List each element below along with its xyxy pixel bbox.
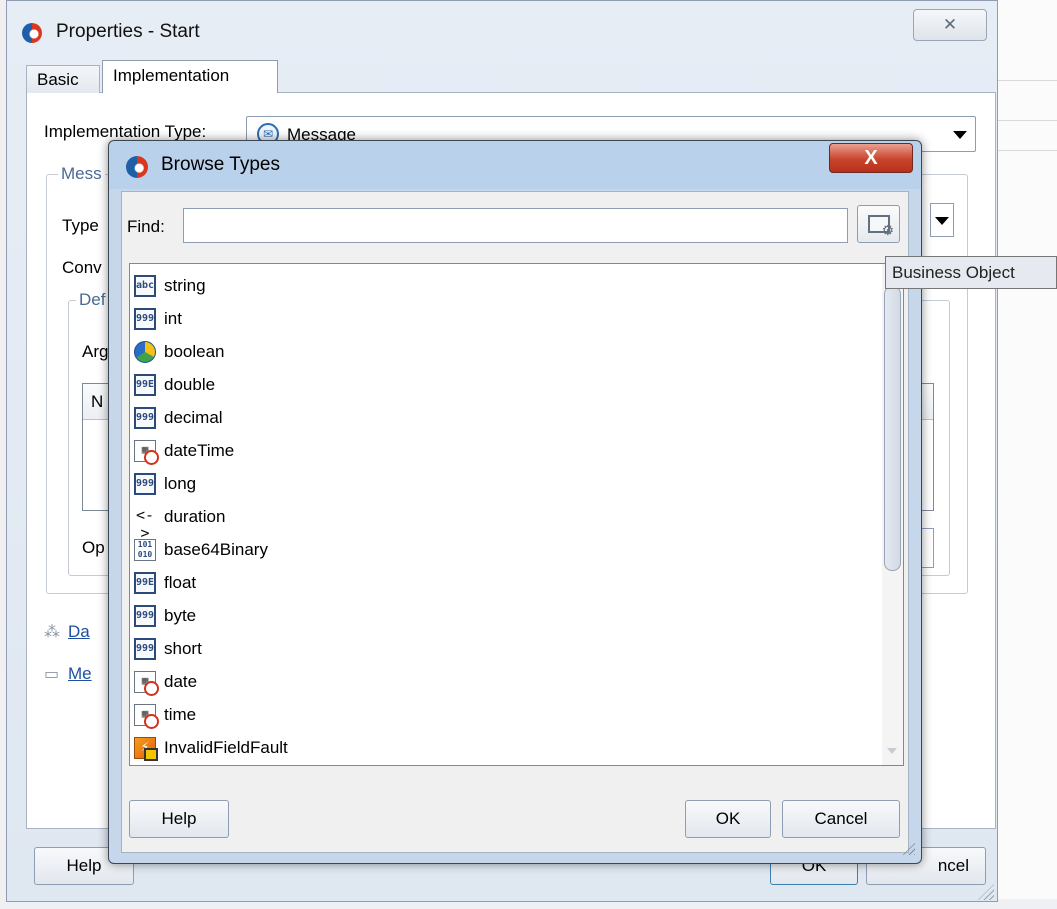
date-type-icon: ▦ <box>134 671 159 696</box>
implementation-type-label: Implementation Type: <box>44 122 207 141</box>
list-item-label: byte <box>164 606 197 625</box>
list-item[interactable]: 999 short <box>134 633 874 665</box>
close-button[interactable]: X <box>829 143 913 173</box>
cancel-button[interactable]: Cancel <box>782 800 900 838</box>
background-window-edge <box>996 0 1057 909</box>
types-list[interactable]: abc string 999 int boolean 99E double 999 decima… <box>129 263 904 766</box>
list-item-label: boolean <box>164 342 225 361</box>
list-item-label: short <box>164 639 202 658</box>
list-item[interactable]: ⚡ InvalidFieldFault <box>134 732 874 764</box>
list-item[interactable]: ▦ date <box>134 666 874 698</box>
message-link[interactable]: Me <box>68 664 92 684</box>
list-item[interactable]: ▦ dateTime <box>134 435 874 467</box>
type-select[interactable] <box>930 203 954 237</box>
float-type-icon: 99E <box>134 572 156 594</box>
options-label: Op <box>82 538 105 557</box>
scroll-down-icon[interactable] <box>887 748 897 754</box>
list-item-label: time <box>164 705 197 724</box>
tab-bar: Basic Implementation <box>26 60 996 94</box>
data-association-link[interactable]: Da <box>68 622 90 642</box>
properties-dialog-title: Properties - Start <box>56 21 200 42</box>
duration-type-icon: <-> <box>135 506 155 542</box>
business-object-button[interactable] <box>857 205 900 243</box>
business-object-tooltip: Business Object <box>885 256 1057 289</box>
properties-close-button[interactable]: ✕ <box>913 9 987 41</box>
list-item[interactable]: 999 byte <box>134 600 874 632</box>
chevron-down-icon <box>935 217 949 225</box>
list-item-label: duration <box>164 507 226 526</box>
type-label: Type <box>62 216 99 235</box>
integer-type-icon: 999 <box>134 605 156 627</box>
list-item[interactable]: <-> duration <box>134 501 874 542</box>
types-list-scrollbar[interactable] <box>882 264 903 765</box>
browse-types-dialog: Browse Types X Find: abc string 999 int bool… <box>108 140 922 864</box>
integer-type-icon: 999 <box>134 473 156 495</box>
list-item-label: decimal <box>164 408 223 427</box>
date-type-icon: ▦ <box>134 704 159 729</box>
message-group-legend: Mess <box>58 164 105 184</box>
chevron-down-icon <box>953 131 967 139</box>
date-type-icon: ▦ <box>134 440 159 465</box>
integer-type-icon: 999 <box>134 308 156 330</box>
list-item-label: float <box>164 573 197 592</box>
list-item[interactable]: 999 int <box>134 303 874 335</box>
browse-types-title: Browse Types <box>161 154 280 175</box>
list-item-label: base64Binary <box>164 540 268 559</box>
arguments-label: Arg <box>82 342 109 361</box>
scrollbar-thumb[interactable] <box>884 286 901 571</box>
list-item[interactable]: boolean <box>134 336 874 368</box>
list-item[interactable]: abc string <box>134 270 874 302</box>
list-item-label: dateTime <box>164 441 235 460</box>
conversation-label: Conv <box>62 258 102 277</box>
list-item-label: InvalidFieldFault <box>164 738 288 757</box>
fault-type-icon: ⚡ <box>134 737 158 761</box>
business-object-icon <box>868 215 894 239</box>
boolean-type-icon <box>134 341 156 363</box>
list-item[interactable]: 99E double <box>134 369 874 401</box>
float-type-icon: 99E <box>134 374 156 396</box>
list-item-label: string <box>164 276 206 295</box>
definition-group-legend: Def <box>76 290 109 310</box>
app-logo-icon <box>22 23 42 43</box>
list-item[interactable]: 99E float <box>134 567 874 599</box>
list-item[interactable]: 101 010 base64Binary <box>134 534 874 566</box>
find-label: Find: <box>127 217 165 236</box>
list-item-label: int <box>164 309 182 328</box>
list-item[interactable]: ▦ time <box>134 699 874 731</box>
column-header-name: N <box>91 392 104 411</box>
help-button[interactable]: Help <box>129 800 229 838</box>
tab-basic[interactable]: Basic <box>26 65 100 94</box>
ok-button[interactable]: OK <box>685 800 771 838</box>
integer-type-icon: 999 <box>134 407 156 429</box>
app-logo-icon <box>126 156 148 178</box>
list-item[interactable]: 999 decimal <box>134 402 874 434</box>
binary-type-icon: 101 010 <box>134 539 156 561</box>
list-item-label: long <box>164 474 197 493</box>
message-icon: ▭ <box>44 666 60 683</box>
integer-type-icon: 999 <box>134 638 156 660</box>
list-item-label: double <box>164 375 216 394</box>
find-input[interactable] <box>183 208 848 243</box>
list-item[interactable]: 999 long <box>134 468 874 500</box>
list-item-label: date <box>164 672 198 691</box>
data-association-icon: ⁂ <box>44 624 60 641</box>
abc-type-icon: abc <box>134 275 156 297</box>
tab-implementation[interactable]: Implementation <box>102 60 278 94</box>
